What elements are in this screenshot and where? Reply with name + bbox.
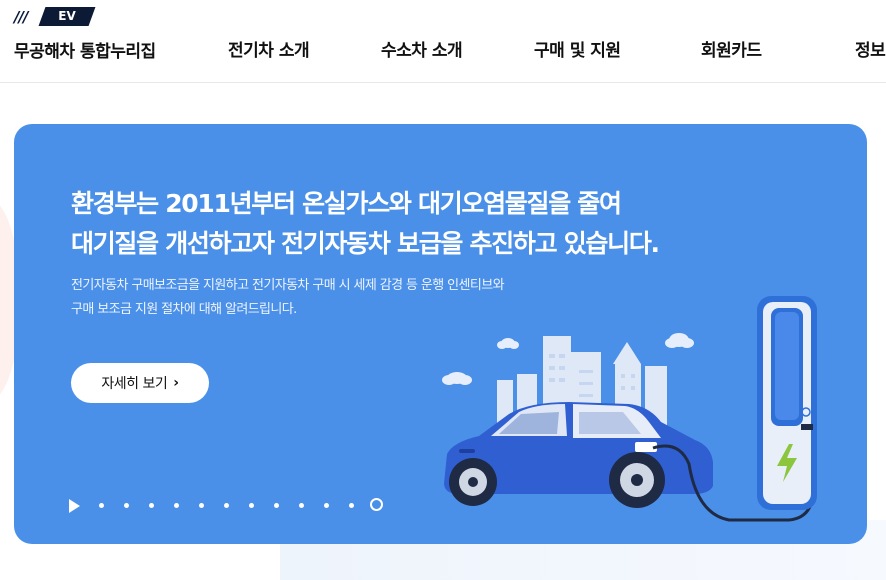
- logo-ev-text: EV: [58, 9, 76, 23]
- slide-dot[interactable]: [274, 503, 279, 508]
- cloud-icon: [442, 372, 472, 385]
- slide-dot[interactable]: [249, 503, 254, 508]
- hero-desc-line2: 구매 보조금 지원 절차에 대해 알려드립니다.: [71, 302, 297, 317]
- slide-dot[interactable]: [149, 503, 154, 508]
- cloud-icon: [665, 333, 694, 348]
- logo-badge: /// EV: [14, 7, 96, 27]
- hero-title-line1: 환경부는 2011년부터 온실가스와 대기오염물질을 줄여: [71, 189, 622, 218]
- slide-pager: [69, 497, 409, 515]
- logo-slashes: ///: [14, 8, 28, 26]
- chevron-right-icon: ›: [173, 375, 179, 391]
- main-nav: 전기차 소개 수소차 소개 구매 및 지원 회원카드 정보: [0, 36, 886, 61]
- hero-title-line2: 대기질을 개선하고자 전기자동차 보급을 추진하고 있습니다.: [71, 229, 660, 258]
- slide-dot-active[interactable]: [370, 498, 383, 511]
- nav-item-hydrogen-intro[interactable]: 수소차 소개: [381, 36, 463, 61]
- site-header: /// EV 무공해차 통합누리집 전기차 소개 수소차 소개 구매 및 지원 …: [0, 0, 886, 83]
- slide-dot[interactable]: [299, 503, 304, 508]
- slide-dot[interactable]: [224, 503, 229, 508]
- ev-charging-illustration: [442, 296, 817, 522]
- slide-dot[interactable]: [324, 503, 329, 508]
- hero-banner: 환경부는 2011년부터 온실가스와 대기오염물질을 줄여 대기질을 개선하고자…: [14, 124, 867, 544]
- hero-title: 환경부는 2011년부터 온실가스와 대기오염물질을 줄여 대기질을 개선하고자…: [71, 184, 791, 264]
- slide-dot[interactable]: [124, 503, 129, 508]
- cloud-icon: [497, 338, 519, 349]
- slide-dot[interactable]: [174, 503, 179, 508]
- learn-more-button[interactable]: 자세히 보기 ›: [71, 363, 209, 403]
- slide-dot[interactable]: [199, 503, 204, 508]
- logo-ev-badge: EV: [38, 7, 96, 26]
- slide-dot[interactable]: [99, 503, 104, 508]
- ev-charger: [757, 296, 817, 510]
- play-icon[interactable]: [69, 499, 80, 513]
- learn-more-label: 자세히 보기: [101, 376, 168, 392]
- nav-item-info[interactable]: 정보: [855, 36, 886, 61]
- nav-item-purchase-support[interactable]: 구매 및 지원: [534, 36, 621, 61]
- electric-car: [444, 402, 713, 508]
- slide-dot[interactable]: [349, 503, 354, 508]
- nav-item-ev-intro[interactable]: 전기차 소개: [228, 36, 310, 61]
- nav-item-member-card[interactable]: 회원카드: [701, 36, 762, 61]
- hero-desc-line1: 전기자동차 구매보조금을 지원하고 전기자동차 구매 시 세제 감경 등 운행 …: [71, 278, 505, 293]
